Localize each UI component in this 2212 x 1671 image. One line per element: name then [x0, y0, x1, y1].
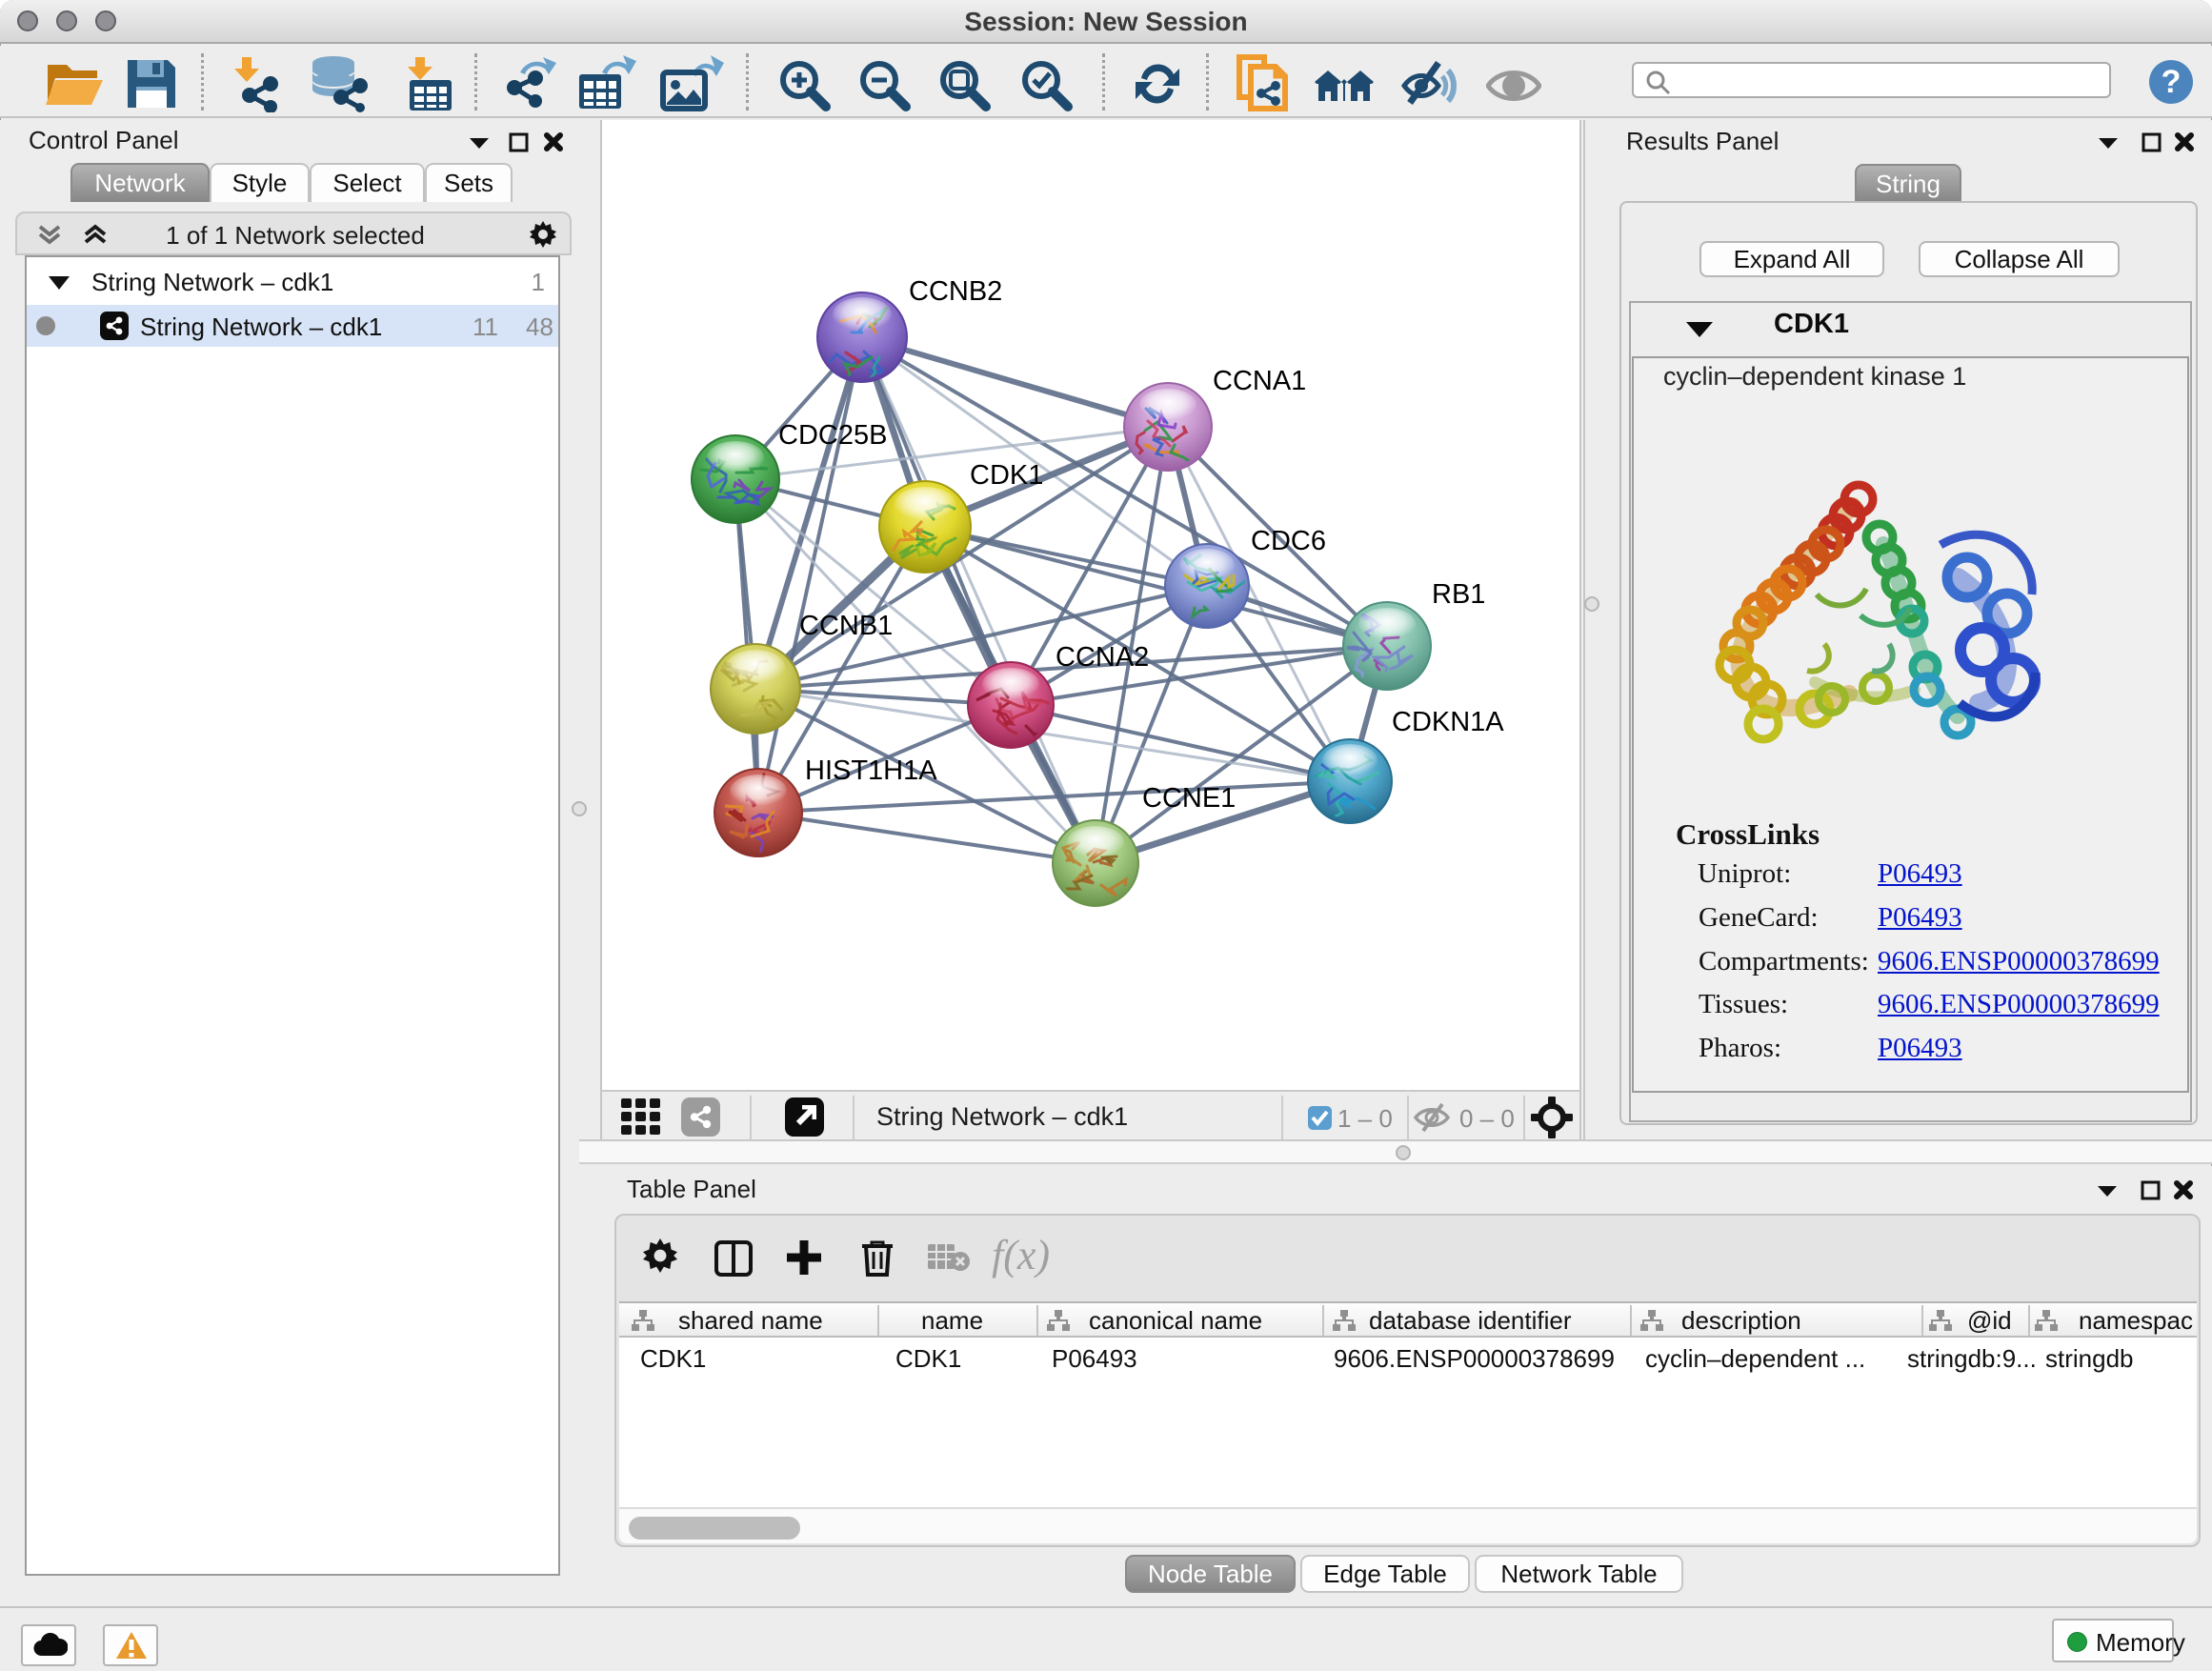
- svg-text:CCNB2: CCNB2: [909, 276, 1002, 307]
- svg-text:CCNB1: CCNB1: [799, 611, 893, 641]
- svg-text:CDC25B: CDC25B: [778, 420, 887, 451]
- svg-text:CDC6: CDC6: [1251, 526, 1326, 556]
- svg-text:CCNA2: CCNA2: [1056, 642, 1149, 673]
- svg-text:CDK1: CDK1: [970, 460, 1043, 491]
- svg-text:HIST1H1A: HIST1H1A: [805, 755, 937, 786]
- svg-text:RB1: RB1: [1432, 579, 1485, 610]
- svg-text:CDKN1A: CDKN1A: [1392, 707, 1504, 737]
- svg-text:CCNE1: CCNE1: [1142, 783, 1236, 814]
- svg-text:CCNA1: CCNA1: [1213, 366, 1306, 396]
